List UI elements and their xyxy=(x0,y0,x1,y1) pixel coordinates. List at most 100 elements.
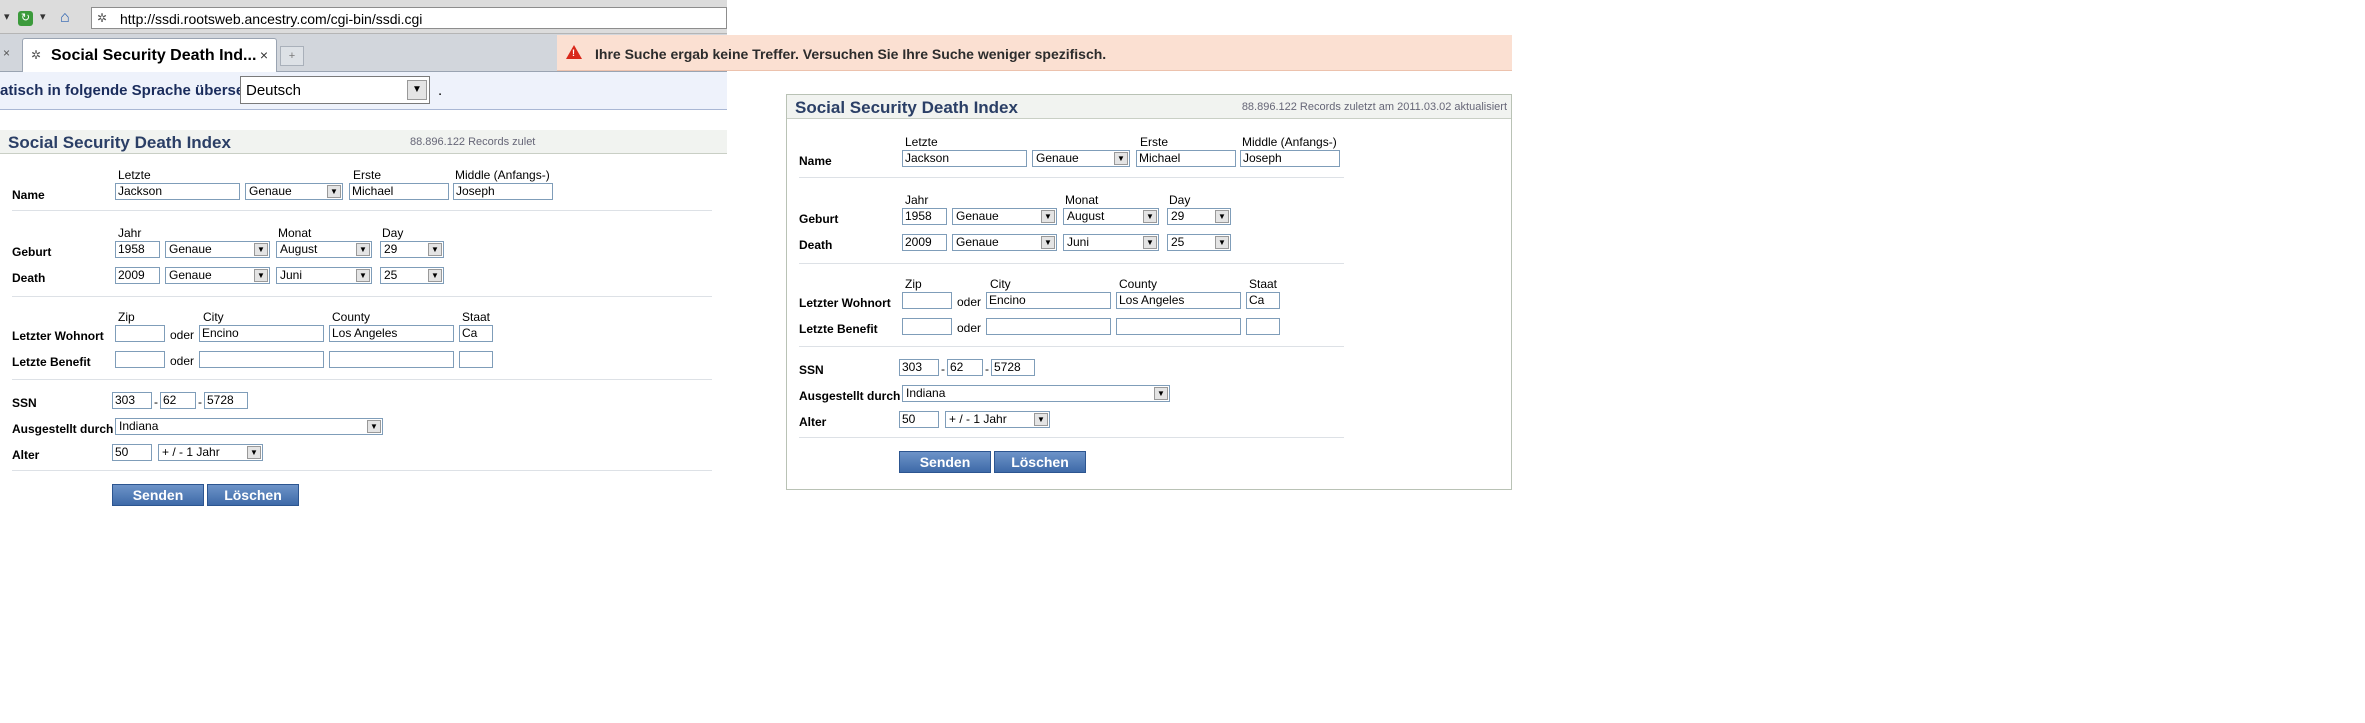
residence-state-field[interactable]: Ca xyxy=(1246,292,1280,309)
last-name-field[interactable]: Jackson xyxy=(115,183,240,200)
age-range-select[interactable]: + / - 1 Jahr ▼ xyxy=(945,411,1050,428)
ssn-dash: - xyxy=(154,395,158,409)
residence-zip-field[interactable] xyxy=(115,325,165,342)
birth-month-select[interactable]: August ▼ xyxy=(1063,208,1159,225)
birth-match-select[interactable]: Genaue ▼ xyxy=(952,208,1057,225)
submit-button[interactable]: Senden xyxy=(899,451,991,473)
residence-zip-field[interactable] xyxy=(902,292,952,309)
ssn-part3-field[interactable]: 5728 xyxy=(991,359,1035,376)
death-day-select[interactable]: 25 ▼ xyxy=(380,267,444,284)
residence-city-field[interactable]: Encino xyxy=(199,325,324,342)
form-header: Social Security Death Index 88.896.122 R… xyxy=(0,130,727,154)
chevron-down-icon[interactable]: ▼ xyxy=(1154,387,1168,400)
benefit-label: Letzte Benefit xyxy=(12,355,91,369)
chevron-down-icon[interactable]: ▼ xyxy=(367,420,381,433)
tab-close-icon[interactable]: × xyxy=(260,47,268,63)
col-zip-label: Zip xyxy=(118,310,135,324)
residence-state-field[interactable]: Ca xyxy=(459,325,493,342)
translation-bar: atisch in folgende Sprache übersetzt: De… xyxy=(0,72,727,110)
chevron-down-icon[interactable]: ▼ xyxy=(1143,236,1157,249)
age-range-select[interactable]: + / - 1 Jahr ▼ xyxy=(158,444,263,461)
middle-name-field[interactable]: Joseph xyxy=(453,183,553,200)
chevron-down-icon[interactable]: ▼ xyxy=(407,80,427,100)
ssn-part1-field[interactable]: 303 xyxy=(899,359,939,376)
ssn-part2-field[interactable]: 62 xyxy=(160,392,196,409)
last-name-match-select[interactable]: Genaue ▼ xyxy=(245,183,343,200)
chevron-down-icon[interactable]: ▼ xyxy=(1215,236,1229,249)
new-tab-button[interactable]: + xyxy=(280,46,304,66)
ssn-dash: - xyxy=(941,362,945,376)
chevron-down-icon[interactable]: ▼ xyxy=(428,243,442,256)
issued-state-select[interactable]: Indiana ▼ xyxy=(902,385,1170,402)
chevron-down-icon[interactable]: ▼ xyxy=(1034,413,1048,426)
ssn-part1-field[interactable]: 303 xyxy=(112,392,152,409)
dropdown-icon[interactable]: ▾ xyxy=(40,10,46,23)
submit-button[interactable]: Senden xyxy=(112,484,204,506)
death-month-select[interactable]: Juni ▼ xyxy=(1063,234,1159,251)
death-month-select[interactable]: Juni ▼ xyxy=(276,267,372,284)
close-icon[interactable]: × xyxy=(3,46,10,60)
residence-city-field[interactable]: Encino xyxy=(986,292,1111,309)
last-name-match-select[interactable]: Genaue ▼ xyxy=(1032,150,1130,167)
issued-state-select[interactable]: Indiana ▼ xyxy=(115,418,383,435)
chevron-down-icon[interactable]: ▼ xyxy=(1215,210,1229,223)
last-name-field[interactable]: Jackson xyxy=(902,150,1027,167)
birth-year-field[interactable]: 1958 xyxy=(115,241,160,258)
death-day-select[interactable]: 25 ▼ xyxy=(1167,234,1231,251)
chevron-down-icon[interactable]: ▼ xyxy=(356,243,370,256)
first-name-field[interactable]: Michael xyxy=(1136,150,1236,167)
refresh-icon[interactable]: ↻ xyxy=(18,11,33,26)
chevron-down-icon[interactable]: ▼ xyxy=(356,269,370,282)
death-match-select[interactable]: Genaue ▼ xyxy=(952,234,1057,251)
death-year-field[interactable]: 2009 xyxy=(115,267,160,284)
age-field[interactable]: 50 xyxy=(112,444,152,461)
birth-day-select[interactable]: 29 ▼ xyxy=(380,241,444,258)
ssn-part2-field[interactable]: 62 xyxy=(947,359,983,376)
chevron-down-icon[interactable]: ▼ xyxy=(254,243,268,256)
benefit-state-field[interactable] xyxy=(459,351,493,368)
url-field[interactable]: ✲ http://ssdi.rootsweb.ancestry.com/cgi-… xyxy=(91,7,727,29)
benefit-state-field[interactable] xyxy=(1246,318,1280,335)
chevron-down-icon[interactable]: ▼ xyxy=(247,446,261,459)
or-label: oder xyxy=(957,295,982,309)
benefit-city-field[interactable] xyxy=(199,351,324,368)
col-middle-label: Middle (Anfangs-) xyxy=(1242,135,1337,149)
death-year-field[interactable]: 2009 xyxy=(902,234,947,251)
col-city-label: City xyxy=(203,310,224,324)
col-last-label: Letzte xyxy=(118,168,151,182)
back-dropdown-icon[interactable]: ▾ xyxy=(4,10,10,23)
benefit-county-field[interactable] xyxy=(1116,318,1241,335)
birth-year-field[interactable]: 1958 xyxy=(902,208,947,225)
language-select[interactable]: Deutsch ▼ xyxy=(240,76,430,104)
death-match-select[interactable]: Genaue ▼ xyxy=(165,267,270,284)
birth-match-select[interactable]: Genaue ▼ xyxy=(165,241,270,258)
residence-county-field[interactable]: Los Angeles xyxy=(1116,292,1241,309)
benefit-zip-field[interactable] xyxy=(902,318,952,335)
birth-day-value: 29 xyxy=(384,242,398,256)
chevron-down-icon[interactable]: ▼ xyxy=(327,185,341,198)
benefit-zip-field[interactable] xyxy=(115,351,165,368)
middle-name-field[interactable]: Joseph xyxy=(1240,150,1340,167)
age-field[interactable]: 50 xyxy=(899,411,939,428)
clear-button[interactable]: Löschen xyxy=(994,451,1086,473)
tab-ssdi[interactable]: ✲ Social Security Death Ind... × xyxy=(22,38,277,72)
chevron-down-icon[interactable]: ▼ xyxy=(1143,210,1157,223)
col-city-label: City xyxy=(990,277,1011,291)
home-icon[interactable]: ⌂ xyxy=(60,10,70,26)
clear-button[interactable]: Löschen xyxy=(207,484,299,506)
first-name-field[interactable]: Michael xyxy=(349,183,449,200)
language-value: Deutsch xyxy=(246,82,302,99)
death-day-value: 25 xyxy=(1171,235,1185,249)
benefit-county-field[interactable] xyxy=(329,351,454,368)
chevron-down-icon[interactable]: ▼ xyxy=(254,269,268,282)
residence-county-field[interactable]: Los Angeles xyxy=(329,325,454,342)
benefit-city-field[interactable] xyxy=(986,318,1111,335)
chevron-down-icon[interactable]: ▼ xyxy=(1041,236,1055,249)
birth-month-select[interactable]: August ▼ xyxy=(276,241,372,258)
birth-day-select[interactable]: 29 ▼ xyxy=(1167,208,1231,225)
ssn-label: SSN xyxy=(799,363,824,377)
ssn-part3-field[interactable]: 5728 xyxy=(204,392,248,409)
chevron-down-icon[interactable]: ▼ xyxy=(1114,152,1128,165)
chevron-down-icon[interactable]: ▼ xyxy=(428,269,442,282)
chevron-down-icon[interactable]: ▼ xyxy=(1041,210,1055,223)
